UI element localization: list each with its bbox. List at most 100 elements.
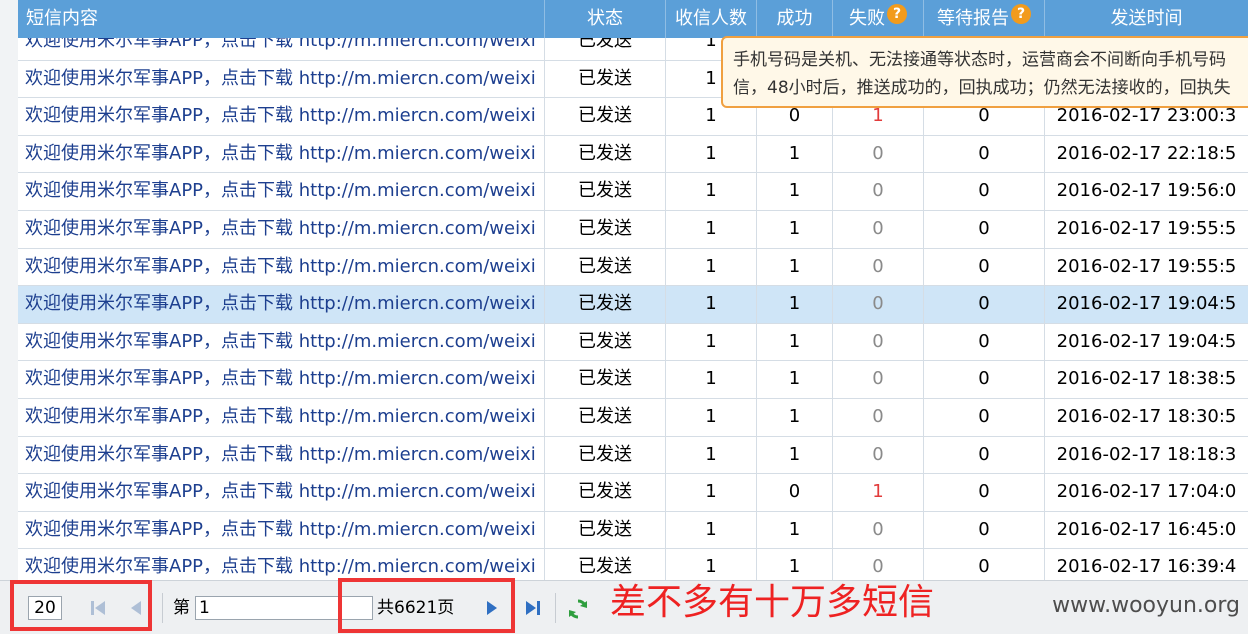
cell-content: 欢迎使用米尔军事APP，点击下载 http://m.miercn.com/wei…: [18, 60, 545, 98]
cell-status: 已发送: [545, 248, 666, 286]
cell-content: 欢迎使用米尔军事APP，点击下载 http://m.miercn.com/wei…: [18, 135, 545, 173]
cell-content: 欢迎使用米尔军事APP，点击下载 http://m.miercn.com/wei…: [18, 474, 545, 511]
cell-success: 1: [757, 248, 833, 286]
header-pending-label: 等待报告: [937, 8, 1009, 29]
cell-success: 1: [757, 135, 833, 173]
next-page-icon[interactable]: [480, 596, 504, 620]
help-icon[interactable]: ?: [1011, 4, 1031, 24]
cell-fail: 0: [833, 210, 924, 248]
cell-content: 欢迎使用米尔军事APP，点击下载 http://m.miercn.com/wei…: [18, 173, 545, 210]
header-success[interactable]: 成功: [757, 0, 833, 38]
table-row[interactable]: 欢迎使用米尔军事APP，点击下载 http://m.miercn.com/wei…: [18, 511, 1248, 550]
cell-success: 1: [757, 511, 833, 549]
cell-content: 欢迎使用米尔军事APP，点击下载 http://m.miercn.com/wei…: [18, 361, 545, 398]
tooltip-line-2: 信，48小时后，推送成功的，回执成功；仍然无法接收的，回执失: [733, 78, 1231, 98]
cell-fail: 0: [833, 248, 924, 286]
cell-fail: 0: [833, 323, 924, 361]
cell-recipients: 1: [666, 511, 757, 549]
cell-success: 1: [757, 436, 833, 474]
table-row[interactable]: 欢迎使用米尔军事APP，点击下载 http://m.miercn.com/wei…: [18, 549, 1248, 580]
cell-sent-time: 2016-02-17 19:56:0: [1056, 180, 1237, 202]
table-row[interactable]: 欢迎使用米尔军事APP，点击下载 http://m.miercn.com/wei…: [18, 323, 1248, 362]
cell-pending: 0: [924, 286, 1045, 323]
cell-status: 已发送: [545, 549, 666, 580]
watermark: www.wooyun.org: [1052, 593, 1240, 618]
cell-status: 已发送: [545, 323, 666, 361]
table-row[interactable]: 欢迎使用米尔军事APP，点击下载 http://m.miercn.com/wei…: [18, 398, 1248, 437]
table-row[interactable]: 欢迎使用米尔军事APP，点击下载 http://m.miercn.com/wei…: [18, 135, 1248, 174]
refresh-icon[interactable]: [566, 597, 590, 621]
cell-status: 已发送: [545, 511, 666, 549]
header-fail[interactable]: 失败?: [833, 0, 924, 38]
header-fail-label: 失败: [849, 8, 885, 29]
page-size-input[interactable]: 20: [28, 596, 62, 620]
cell-pending: 0: [924, 323, 1045, 361]
table-row[interactable]: 欢迎使用米尔军事APP，点击下载 http://m.miercn.com/wei…: [18, 286, 1248, 324]
pending-report-tooltip: 手机号码是关机、无法接通等状态时，运营商会不间断向手机号码 信，48小时后，推送…: [721, 36, 1248, 108]
header-success-label: 成功: [776, 8, 813, 29]
cell-recipients: 1: [666, 549, 757, 580]
table-row[interactable]: 欢迎使用米尔军事APP，点击下载 http://m.miercn.com/wei…: [18, 173, 1248, 211]
cell-status: 已发送: [545, 98, 666, 135]
cell-success: 1: [757, 286, 833, 323]
cell-content: 欢迎使用米尔军事APP，点击下载 http://m.miercn.com/wei…: [18, 248, 545, 286]
cell-sent-time: 2016-02-17 19:04:5: [1056, 330, 1237, 352]
cell-status: 已发送: [545, 210, 666, 248]
cell-success: 0: [757, 474, 833, 511]
cell-fail: 0: [833, 398, 924, 436]
cell-sent-time: 2016-02-17 16:45:0: [1056, 518, 1237, 540]
cell-success: 1: [757, 323, 833, 361]
annotation-text: 差不多有十万多短信: [610, 582, 935, 623]
tooltip-line-1: 手机号码是关机、无法接通等状态时，运营商会不间断向手机号码: [733, 50, 1226, 70]
cell-recipients: 1: [666, 248, 757, 286]
cell-sent-time: 2016-02-17 16:39:4: [1056, 556, 1237, 578]
cell-pending: 0: [924, 210, 1045, 248]
cell-pending: 0: [924, 173, 1045, 210]
cell-fail: 0: [833, 286, 924, 323]
prev-page-icon[interactable]: [124, 596, 148, 620]
cell-status: 已发送: [545, 135, 666, 173]
header-content[interactable]: 短信内容: [18, 0, 545, 38]
cell-sent-time: 2016-02-17 18:18:3: [1056, 443, 1237, 465]
cell-content: 欢迎使用米尔军事APP，点击下载 http://m.miercn.com/wei…: [18, 323, 545, 361]
header-status[interactable]: 状态: [545, 0, 666, 38]
cell-pending: 0: [924, 398, 1045, 436]
table-row[interactable]: 欢迎使用米尔军事APP，点击下载 http://m.miercn.com/wei…: [18, 436, 1248, 475]
cell-content: 欢迎使用米尔军事APP，点击下载 http://m.miercn.com/wei…: [18, 436, 545, 474]
header-recipients[interactable]: 收信人数: [666, 0, 757, 38]
cell-sent-time: 2016-02-17 17:04:0: [1056, 481, 1237, 503]
last-page-icon[interactable]: [521, 596, 545, 620]
header-recipients-label: 收信人数: [675, 8, 747, 29]
header-status-label: 状态: [587, 8, 623, 29]
table-row[interactable]: 欢迎使用米尔军事APP，点击下载 http://m.miercn.com/wei…: [18, 248, 1248, 287]
cell-pending: 0: [924, 361, 1045, 398]
first-page-icon[interactable]: [86, 596, 110, 620]
cell-success: 1: [757, 173, 833, 210]
cell-recipients: 1: [666, 210, 757, 248]
cell-status: 已发送: [545, 286, 666, 323]
page-prefix-label: 第: [173, 598, 190, 618]
cell-recipients: 1: [666, 323, 757, 361]
cell-success: 1: [757, 398, 833, 436]
cell-fail: 0: [833, 135, 924, 173]
cell-success: 1: [757, 210, 833, 248]
table-row[interactable]: 欢迎使用米尔军事APP，点击下载 http://m.miercn.com/wei…: [18, 361, 1248, 399]
cell-content: 欢迎使用米尔军事APP，点击下载 http://m.miercn.com/wei…: [18, 286, 545, 323]
table-rows: 欢迎使用米尔军事APP，点击下载 http://m.miercn.com/wei…: [18, 38, 1248, 580]
header-sent-time-label: 发送时间: [1110, 8, 1183, 29]
pagination-bar: 20 第 1 共6621页 差不多有十万多短信 www.wooyun.org: [0, 578, 1248, 634]
table-row[interactable]: 欢迎使用米尔军事APP，点击下载 http://m.miercn.com/wei…: [18, 474, 1248, 512]
cell-recipients: 1: [666, 361, 757, 398]
header-sent-time[interactable]: 发送时间: [1045, 0, 1248, 38]
cell-status: 已发送: [545, 38, 666, 60]
header-pending[interactable]: 等待报告?: [924, 0, 1045, 38]
pager-divider: [162, 593, 163, 623]
cell-success: 1: [757, 361, 833, 398]
table-body: 欢迎使用米尔军事APP，点击下载 http://m.miercn.com/wei…: [18, 38, 1248, 580]
cell-status: 已发送: [545, 436, 666, 474]
help-icon[interactable]: ?: [887, 4, 907, 24]
table-row[interactable]: 欢迎使用米尔军事APP，点击下载 http://m.miercn.com/wei…: [18, 210, 1248, 249]
cell-sent-time: 2016-02-17 18:38:5: [1056, 368, 1237, 390]
cell-status: 已发送: [545, 60, 666, 98]
cell-recipients: 1: [666, 173, 757, 210]
